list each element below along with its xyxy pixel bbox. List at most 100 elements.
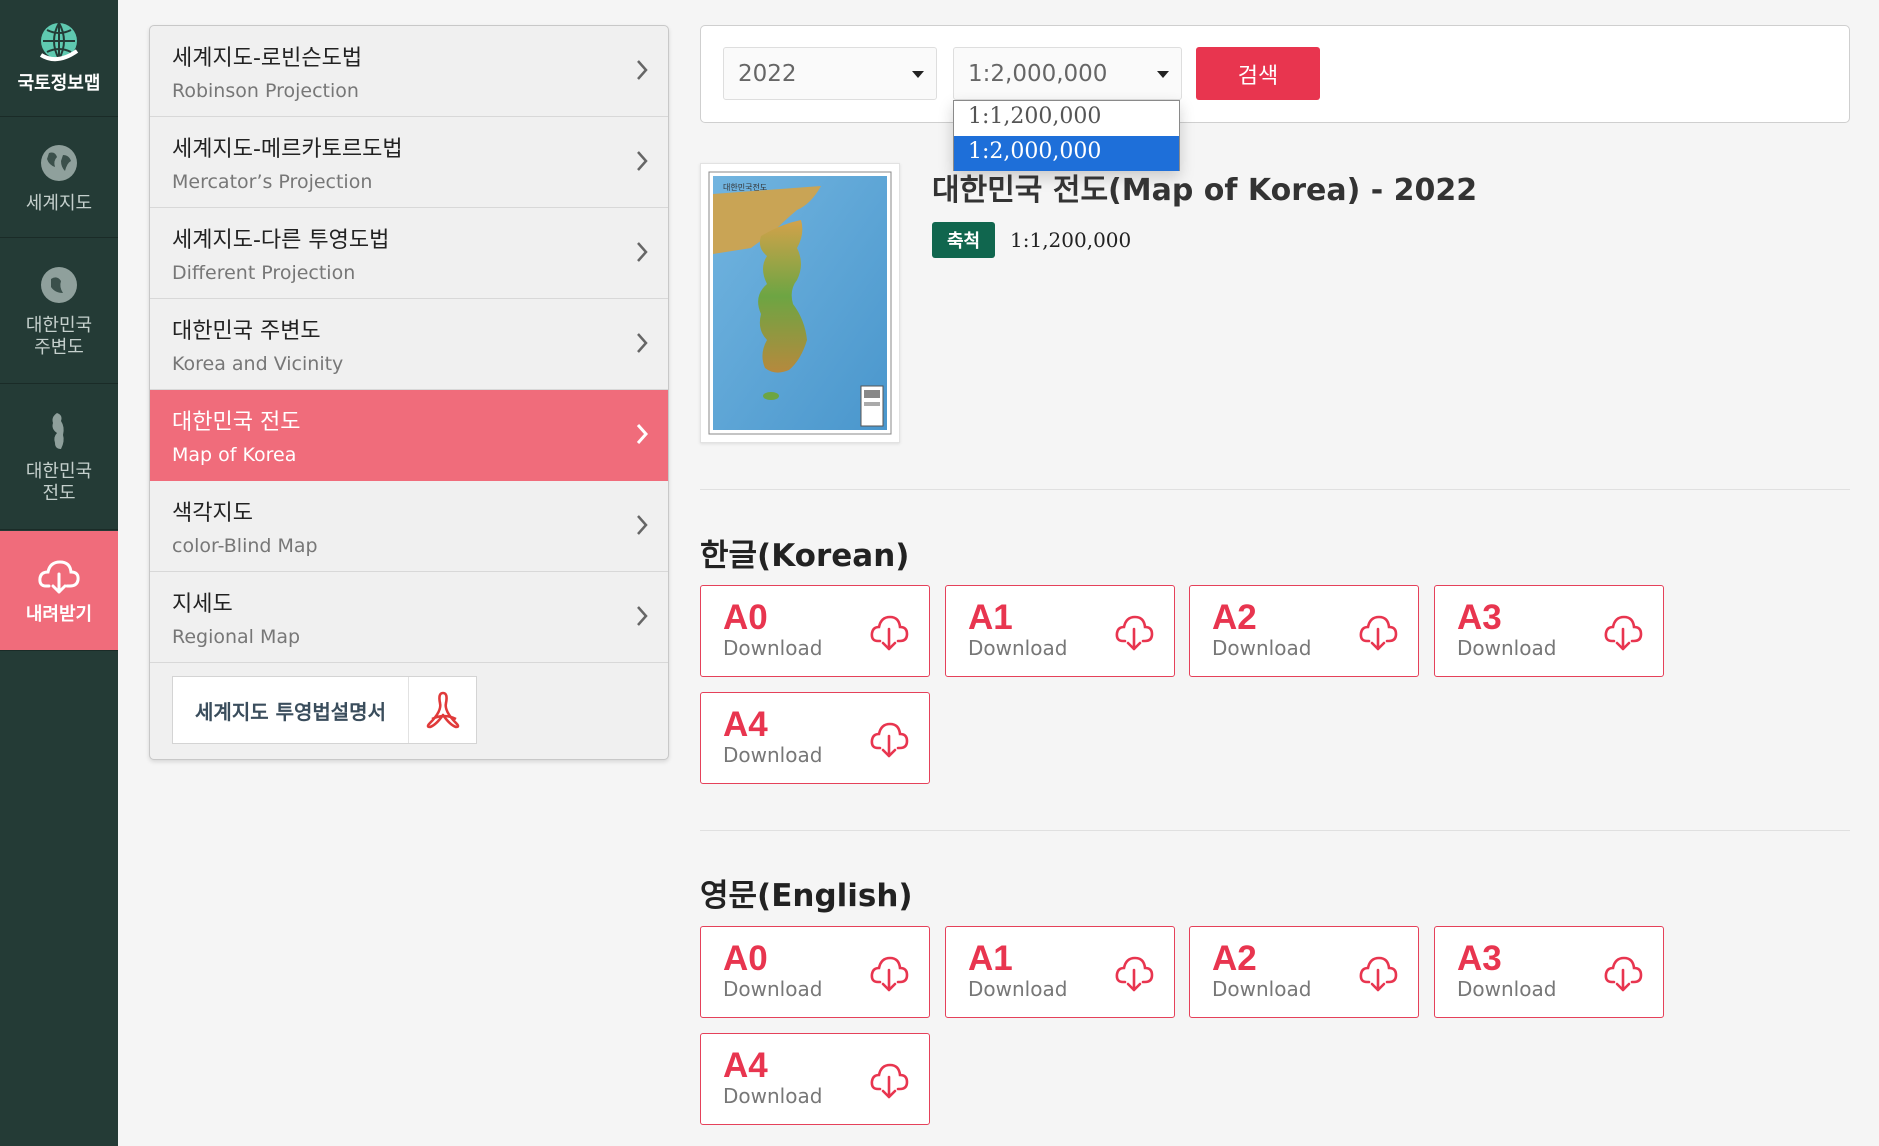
caret-down-icon — [1157, 71, 1169, 78]
download-label: Download — [1457, 977, 1557, 1001]
menu-item-subtitle: Map of Korea — [172, 444, 297, 466]
rail-item-download[interactable]: 내려받기 — [0, 531, 118, 651]
download-english-a3[interactable]: A3 Download — [1434, 926, 1664, 1018]
rail-item-label: 대한민국 주변도 — [25, 315, 93, 358]
download-korean-a3[interactable]: A3 Download — [1434, 585, 1664, 677]
paper-size-label: A3 — [1457, 939, 1502, 978]
pdf-button-label: 세계지도 투영법설명서 — [195, 699, 386, 724]
download-korean-a0[interactable]: A0 Download — [700, 585, 930, 677]
cloud-download-icon — [1359, 956, 1398, 992]
menu-item-subtitle: Different Projection — [172, 262, 356, 284]
section-title-english: 영문(English) — [700, 878, 913, 914]
menu-item-title: 색각지도 — [172, 501, 253, 526]
korea-map-icon — [52, 413, 64, 450]
pdf-icon — [408, 677, 476, 743]
chevron-right-icon — [637, 151, 648, 171]
scale-value: 1:1,200,000 — [1010, 228, 1132, 252]
section-title-korean: 한글(Korean) — [700, 538, 910, 574]
divider — [700, 830, 1850, 831]
paper-size-label: A4 — [723, 1046, 768, 1085]
menu-item-title: 세계지도-메르카토르도법 — [172, 137, 403, 162]
divider — [700, 489, 1850, 490]
download-korean-a4[interactable]: A4 Download — [700, 692, 930, 784]
download-label: Download — [723, 1084, 823, 1108]
chevron-right-icon — [637, 515, 648, 535]
paper-size-label: A0 — [723, 939, 768, 978]
download-english-a4[interactable]: A4 Download — [700, 1033, 930, 1125]
cloud-download-icon — [1359, 615, 1398, 651]
menu-item-color-blind[interactable]: 색각지도 color-Blind Map — [150, 481, 668, 572]
paper-size-label: A2 — [1212, 939, 1257, 978]
cloud-download-icon — [1604, 956, 1643, 992]
paper-size-label: A1 — [968, 598, 1013, 637]
scale-dropdown-list: 1:1,200,000 1:2,000,000 — [953, 100, 1180, 171]
chevron-right-icon — [637, 60, 648, 80]
search-button[interactable]: 검색 — [1196, 47, 1320, 100]
rail-item-korea-map[interactable]: 대한민국 전도 — [0, 385, 118, 530]
thumbnail-caption: 대한민국전도 — [723, 182, 767, 192]
vicinity-globe-icon — [41, 267, 77, 304]
download-english-a2[interactable]: A2 Download — [1189, 926, 1419, 1018]
caret-down-icon — [912, 71, 924, 78]
rail-item-label: 대한민국 전도 — [25, 461, 93, 504]
cloud-download-icon — [870, 615, 909, 651]
chevron-right-icon — [637, 606, 648, 626]
download-korean-a2[interactable]: A2 Download — [1189, 585, 1419, 677]
menu-item-subtitle: Mercator’s Projection — [172, 171, 373, 193]
download-english-a0[interactable]: A0 Download — [700, 926, 930, 1018]
paper-size-label: A4 — [723, 705, 768, 744]
scale-option[interactable]: 1:1,200,000 — [954, 101, 1179, 136]
rail-item-label: 내려받기 — [25, 603, 93, 625]
globe-logo-icon — [39, 22, 79, 62]
paper-size-label: A3 — [1457, 598, 1502, 637]
year-select-value: 2022 — [738, 61, 797, 87]
scale-select[interactable]: 1:2,000,000 — [953, 47, 1182, 100]
menu-item-subtitle: Regional Map — [172, 626, 301, 648]
cloud-download-icon — [38, 560, 80, 594]
download-label: Download — [723, 743, 823, 767]
cloud-download-icon — [1604, 615, 1643, 651]
chevron-right-icon — [637, 242, 648, 262]
cloud-download-icon — [870, 1063, 909, 1099]
map-title: 대한민국 전도(Map of Korea) - 2022 — [932, 173, 1478, 208]
korea-map-preview-image: 대한민국전도 — [708, 171, 892, 435]
paper-size-label: A0 — [723, 598, 768, 637]
cloud-download-icon — [1115, 615, 1154, 651]
map-category-menu: 세계지도-로빈슨도법 Robinson Projection 세계지도-메르카토… — [149, 25, 669, 760]
globe-icon — [41, 144, 77, 181]
download-label: Download — [723, 977, 823, 1001]
scale-select-value: 1:2,000,000 — [968, 61, 1108, 87]
menu-item-mercator[interactable]: 세계지도-메르카토르도법 Mercator’s Projection — [150, 117, 668, 208]
menu-item-title: 지세도 — [172, 592, 233, 617]
year-select[interactable]: 2022 — [723, 47, 937, 100]
download-label: Download — [1212, 977, 1312, 1001]
download-label: Download — [968, 636, 1068, 660]
download-label: Download — [723, 636, 823, 660]
rail-item-korea-vicinity[interactable]: 대한민국 주변도 — [0, 239, 118, 384]
map-thumbnail[interactable]: 대한민국전도 — [700, 163, 900, 443]
menu-item-title: 대한민국 전도 — [172, 410, 301, 435]
chevron-right-icon — [636, 424, 649, 444]
left-rail: 국토정보맵 세계지도 대한민국 주변도 대한민국 전도 내려받기 — [0, 0, 118, 1146]
menu-item-regional[interactable]: 지세도 Regional Map — [150, 572, 668, 663]
rail-item-world-map[interactable]: 세계지도 — [0, 118, 118, 238]
paper-size-label: A1 — [968, 939, 1013, 978]
menu-item-korea-vicinity[interactable]: 대한민국 주변도 Korea and Vicinity — [150, 299, 668, 390]
menu-item-subtitle: color-Blind Map — [172, 535, 318, 557]
menu-item-different-projection[interactable]: 세계지도-다른 투영도법 Different Projection — [150, 208, 668, 299]
app-logo[interactable]: 국토정보맵 — [0, 0, 118, 117]
download-english-a1[interactable]: A1 Download — [945, 926, 1175, 1018]
scale-badge: 축척 — [932, 222, 995, 258]
menu-item-robinson[interactable]: 세계지도-로빈슨도법 Robinson Projection — [150, 26, 668, 117]
download-label: Download — [968, 977, 1068, 1001]
menu-item-title: 대한민국 주변도 — [172, 319, 321, 344]
menu-item-title: 세계지도-로빈슨도법 — [172, 46, 363, 71]
menu-item-subtitle: Korea and Vicinity — [172, 353, 344, 375]
menu-item-map-of-korea[interactable]: 대한민국 전도 Map of Korea — [150, 390, 668, 481]
paper-size-label: A2 — [1212, 598, 1257, 637]
chevron-right-icon — [637, 333, 648, 353]
cloud-download-icon — [870, 956, 909, 992]
download-korean-a1[interactable]: A1 Download — [945, 585, 1175, 677]
projection-guide-pdf-button[interactable]: 세계지도 투영법설명서 — [172, 676, 477, 744]
download-label: Download — [1457, 636, 1557, 660]
